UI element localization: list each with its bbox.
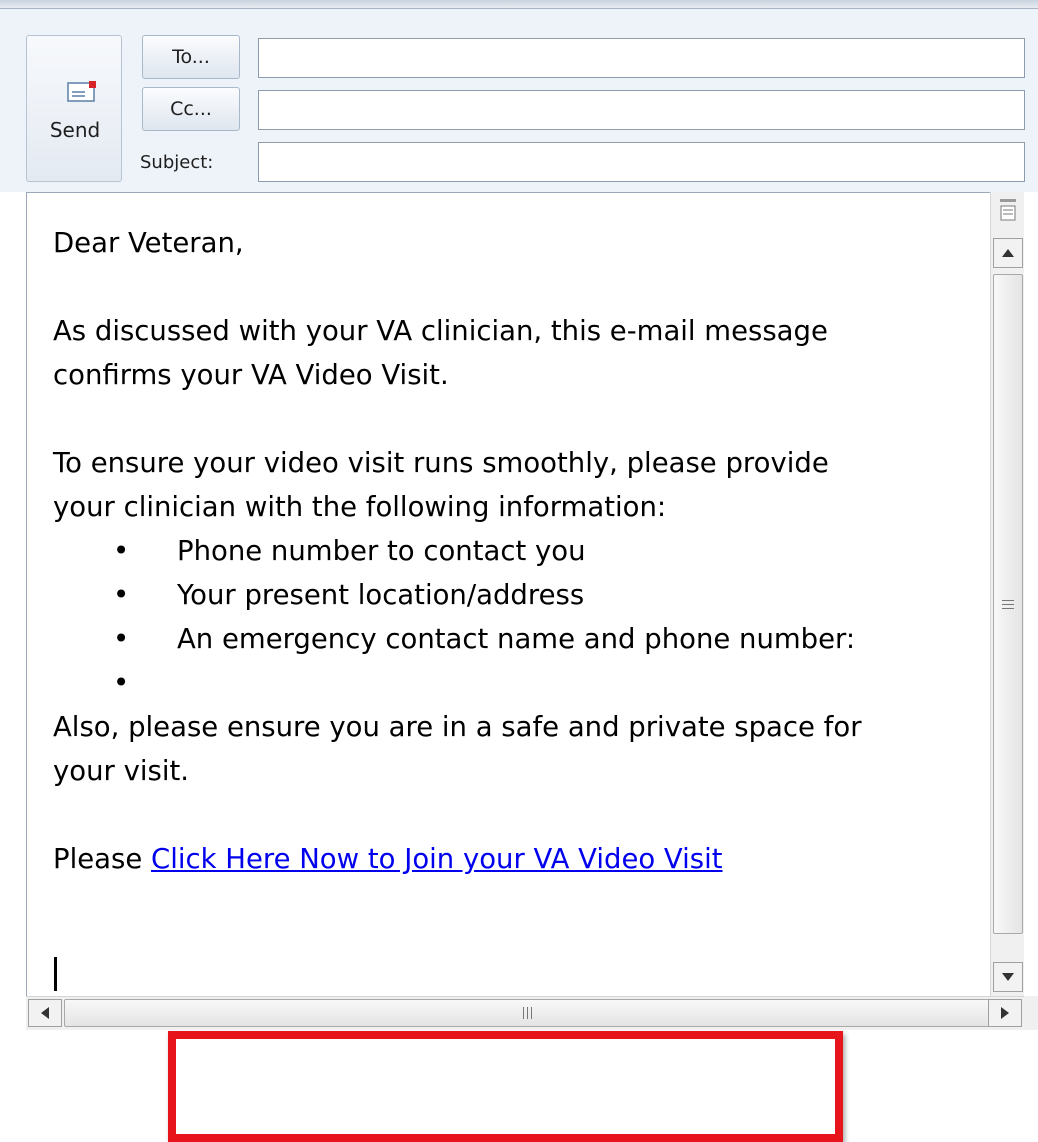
scroll-up-arrow-icon: [1002, 249, 1014, 257]
scroll-up-button[interactable]: [993, 238, 1023, 268]
window-top-border: [0, 0, 1038, 9]
message-text: Dear Veteran, As discussed with your VA …: [53, 221, 973, 881]
join-line: Please Click Here Now to Join your VA Vi…: [53, 837, 973, 881]
greeting: Dear Veteran,: [53, 227, 244, 259]
vertical-scrollbar[interactable]: [990, 192, 1024, 996]
bullet-dot: •: [113, 579, 130, 611]
grip-icon: [522, 1007, 532, 1019]
send-button[interactable]: Send: [26, 35, 122, 182]
info-bullet-list: • Phone number to contact you • Your prese…: [53, 529, 973, 705]
subject-field[interactable]: [258, 142, 1025, 182]
to-button[interactable]: To...: [142, 35, 240, 79]
grip-icon: [1002, 599, 1014, 609]
subject-label: Subject:: [140, 152, 214, 173]
text-cursor: [54, 957, 57, 991]
cc-button[interactable]: Cc...: [142, 87, 240, 131]
join-video-visit-link[interactable]: Click Here Now to Join your VA Video Vis…: [151, 843, 723, 875]
scroll-right-button[interactable]: [988, 999, 1022, 1027]
paragraph-line: your clinician with the following inform…: [53, 491, 667, 523]
paragraph-line: Also, please ensure you are in a safe an…: [53, 711, 862, 743]
send-label: Send: [49, 118, 101, 142]
compose-header: Send To... Cc... Subject:: [0, 9, 1038, 192]
bullet-item: •: [53, 661, 973, 705]
scrollbar-corner: [1024, 996, 1038, 1030]
paragraph-line: As discussed with your VA clinician, thi…: [53, 315, 828, 347]
scroll-down-button[interactable]: [993, 962, 1023, 992]
scroll-left-arrow-icon: [41, 1007, 49, 1019]
cc-field[interactable]: [258, 90, 1025, 130]
paragraph-line: To ensure your video visit runs smoothly…: [53, 447, 829, 479]
bullet-item: • Phone number to contact you: [53, 529, 973, 573]
bullet-dot: •: [113, 667, 130, 699]
highlight-annotation-box: [168, 1031, 843, 1142]
horizontal-scrollbar[interactable]: [26, 996, 1024, 1030]
bullet-dot: •: [113, 623, 130, 655]
scroll-right-arrow-icon: [1001, 1007, 1009, 1019]
horizontal-scroll-thumb[interactable]: [64, 999, 990, 1027]
paragraph-line: your visit.: [53, 755, 189, 787]
envelope-send-icon: [67, 81, 96, 102]
paragraph-line: confirms your VA Video Visit.: [53, 359, 449, 391]
scroll-left-button[interactable]: [28, 999, 62, 1027]
message-body[interactable]: Dear Veteran, As discussed with your VA …: [26, 192, 990, 1142]
scroll-down-arrow-icon: [1002, 973, 1014, 981]
bullet-item: • An emergency contact name and phone num…: [53, 617, 973, 661]
please-text: Please: [53, 843, 143, 875]
vertical-scroll-thumb[interactable]: [993, 274, 1023, 934]
to-field[interactable]: [258, 38, 1025, 78]
bullet-item: • Your present location/address: [53, 573, 973, 617]
split-window-icon[interactable]: [991, 192, 1025, 232]
bullet-dot: •: [113, 535, 130, 567]
